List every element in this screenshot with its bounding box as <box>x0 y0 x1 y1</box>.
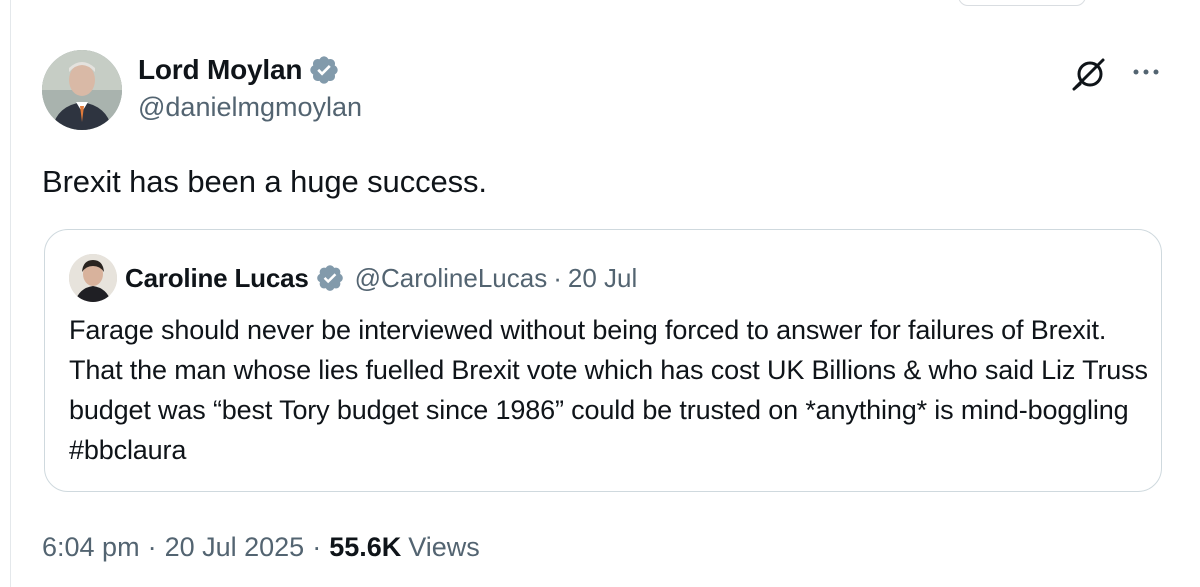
tweet-page: Lord Moylan @danielmgmoylan Brexit has b… <box>0 0 1200 587</box>
verified-badge-icon <box>308 54 340 86</box>
tweet-meta: 6:04 pm · 20 Jul 2025 · 55.6K Views <box>42 532 480 563</box>
quoted-verified-badge-icon <box>315 263 345 293</box>
quoted-separator: · <box>553 262 562 293</box>
timeline-divider <box>10 0 11 587</box>
quoted-date[interactable]: 20 Jul <box>568 263 637 294</box>
quoted-author-handle[interactable]: @CarolineLucas <box>355 263 548 294</box>
quoted-header: Caroline Lucas @CarolineLucas · 20 Jul <box>125 260 637 296</box>
grok-icon[interactable] <box>1068 54 1112 94</box>
meta-separator-2: · <box>312 532 322 562</box>
author-handle[interactable]: @danielmgmoylan <box>138 92 362 123</box>
tweet-text: Brexit has been a huge success. <box>42 164 487 199</box>
author-avatar[interactable] <box>42 50 122 130</box>
views-label[interactable]: Views <box>408 532 480 563</box>
quoted-tweet-card[interactable]: Caroline Lucas @CarolineLucas · 20 Jul F… <box>44 229 1162 492</box>
quoted-tweet-text: Farage should never be interviewed witho… <box>69 315 1148 465</box>
meta-separator: · <box>147 532 157 562</box>
tweet-time[interactable]: 6:04 pm <box>42 532 140 563</box>
author-name-row[interactable]: Lord Moylan <box>138 52 340 88</box>
more-options-icon[interactable] <box>1128 60 1164 84</box>
author-name[interactable]: Lord Moylan <box>138 54 302 86</box>
top-pill-button[interactable] <box>958 0 1086 6</box>
tweet-date[interactable]: 20 Jul 2025 <box>165 532 305 563</box>
quoted-author-name[interactable]: Caroline Lucas <box>125 263 309 294</box>
views-count[interactable]: 55.6K <box>329 532 401 563</box>
quoted-author-avatar[interactable] <box>69 254 117 302</box>
